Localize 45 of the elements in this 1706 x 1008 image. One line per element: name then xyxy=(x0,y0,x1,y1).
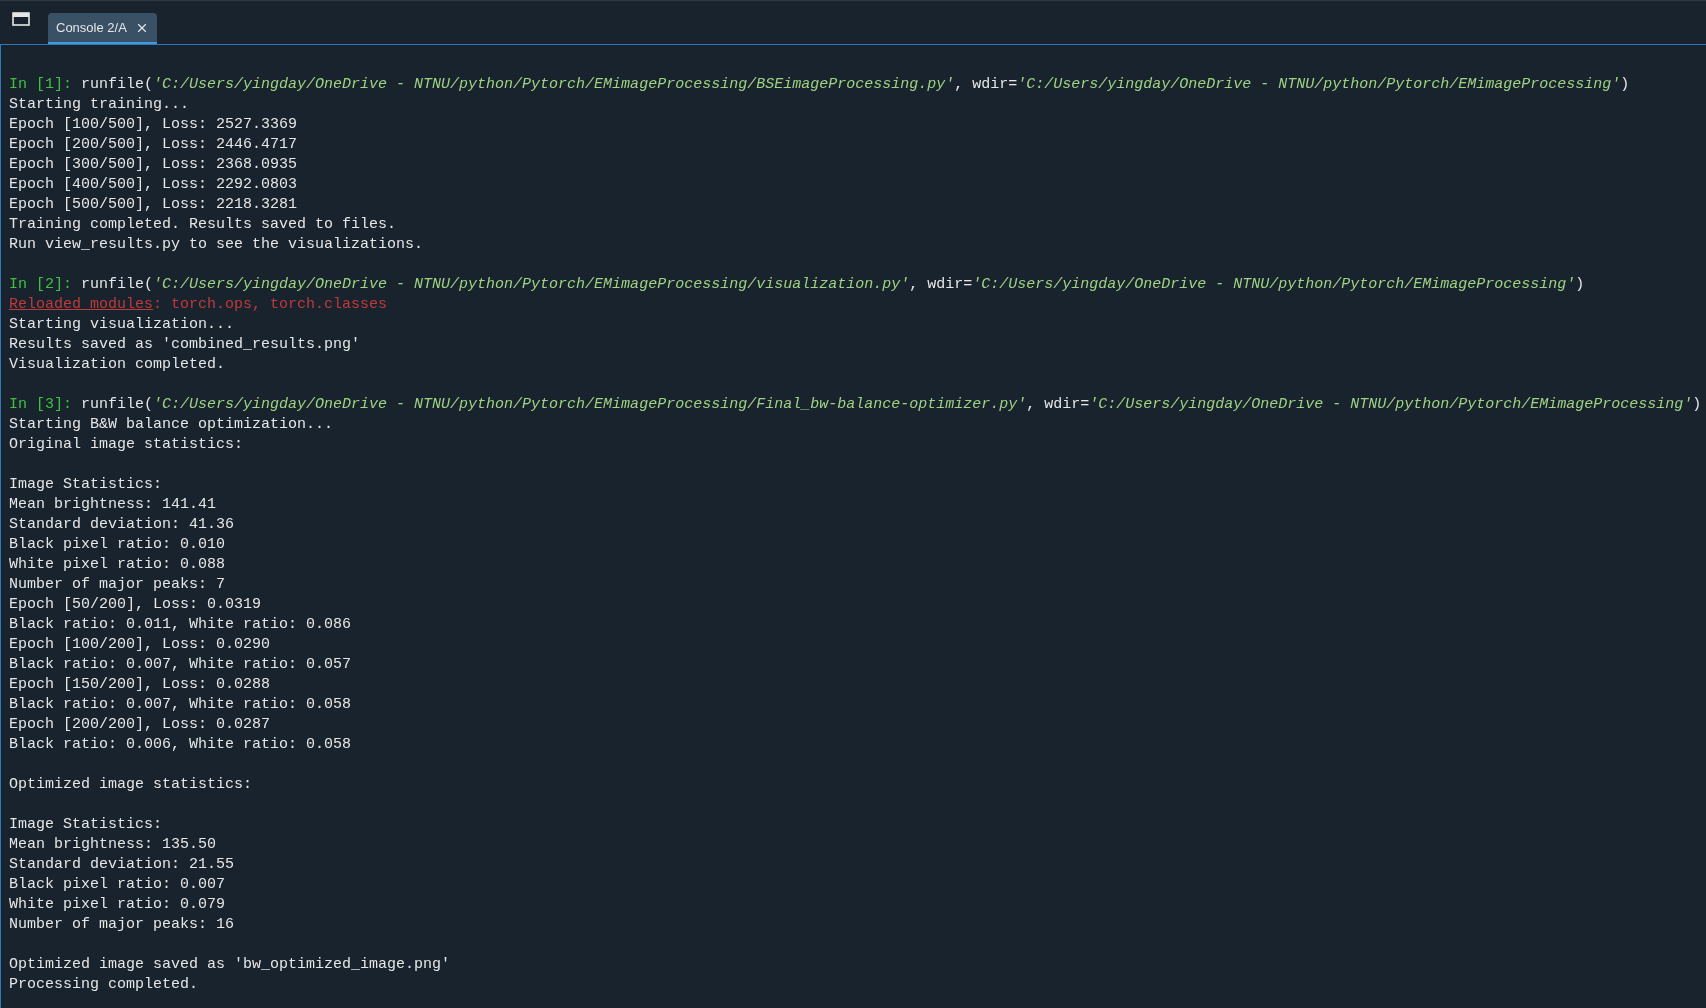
output-line: Standard deviation: 21.55 xyxy=(9,856,235,873)
output-line: Black ratio: 0.007, White ratio: 0.058 xyxy=(9,696,352,713)
output-line: Mean brightness: 141.41 xyxy=(9,496,217,513)
output-line: Optimized image statistics: xyxy=(9,776,253,793)
output-line: Epoch [500/500], Loss: 2218.3281 xyxy=(9,196,298,213)
output-line: Processing completed. xyxy=(9,976,199,993)
output-line: Number of major peaks: 7 xyxy=(9,576,226,593)
code-line: runfile('C:/Users/yingday/OneDrive - NTNU/python/Pytorch/EMimageProcessing/visualization.py', wdir='C:/Users/yingday/OneDrive - NTNU/python/Pytorch/EMimageProcessing') xyxy=(81,275,1585,295)
code-line: runfile('C:/Users/yingday/OneDrive - NTNU/python/Pytorch/EMimageProcessing/Final_bw-balance-optimizer.py', wdir='C:/Users/yingday/OneDrive - NTNU/python/Pytorch/EMimageProcessing') xyxy=(81,395,1702,415)
output-line: Optimized image saved as 'bw_optimized_image.png' xyxy=(9,956,451,973)
output-line: Starting visualization... xyxy=(9,316,235,333)
output-line: Epoch [100/200], Loss: 0.0290 xyxy=(9,636,271,653)
output-line: Results saved as 'combined_results.png' xyxy=(9,336,361,353)
output-line: Visualization completed. xyxy=(9,356,226,373)
output-line: Run view_results.py to see the visualizations. xyxy=(9,236,424,253)
input-prompt: In [3]: xyxy=(9,395,72,415)
code-line: runfile('C:/Users/yingday/OneDrive - NTNU/python/Pytorch/EMimageProcessing/BSEimageProcessing.py', wdir='C:/Users/yingday/OneDrive - NTNU/python/Pytorch/EMimageProcessing') xyxy=(81,75,1630,95)
output-line: Image Statistics: xyxy=(9,476,163,493)
input-prompt: In [1]: xyxy=(9,75,72,95)
input-prompt: In [2]: xyxy=(9,275,72,295)
output-line: Black ratio: 0.006, White ratio: 0.058 xyxy=(9,736,352,753)
output-line: Standard deviation: 41.36 xyxy=(9,516,235,533)
window-icon[interactable] xyxy=(12,12,30,26)
output-line: Starting B&W balance optimization... xyxy=(9,416,334,433)
output-line: Epoch [150/200], Loss: 0.0288 xyxy=(9,676,271,693)
output-line: Image Statistics: xyxy=(9,816,163,833)
output-line: Number of major peaks: 16 xyxy=(9,916,235,933)
output-line: Training completed. Results saved to files. xyxy=(9,216,397,233)
output-line: Starting training... xyxy=(9,96,190,113)
output-line: Epoch [200/500], Loss: 2446.4717 xyxy=(9,136,298,153)
console-tab[interactable]: Console 2/A xyxy=(48,13,157,44)
output-line: Epoch [200/200], Loss: 0.0287 xyxy=(9,716,271,733)
output-line: White pixel ratio: 0.079 xyxy=(9,896,226,913)
output-line: Mean brightness: 135.50 xyxy=(9,836,217,853)
output-line: Epoch [50/200], Loss: 0.0319 xyxy=(9,596,262,613)
output-line: White pixel ratio: 0.088 xyxy=(9,556,226,573)
output-line: Epoch [100/500], Loss: 2527.3369 xyxy=(9,116,298,133)
output-line: Black pixel ratio: 0.007 xyxy=(9,876,226,893)
output-line: Epoch [300/500], Loss: 2368.0935 xyxy=(9,156,298,173)
error-line: : torch.ops, torch.classes xyxy=(153,295,388,315)
output-line: Epoch [400/500], Loss: 2292.0803 xyxy=(9,176,298,193)
output-line: Original image statistics: xyxy=(9,436,244,453)
output-line: Black ratio: 0.007, White ratio: 0.057 xyxy=(9,656,352,673)
output-line: Black pixel ratio: 0.010 xyxy=(9,536,226,553)
output-line: Black ratio: 0.011, White ratio: 0.086 xyxy=(9,616,352,633)
